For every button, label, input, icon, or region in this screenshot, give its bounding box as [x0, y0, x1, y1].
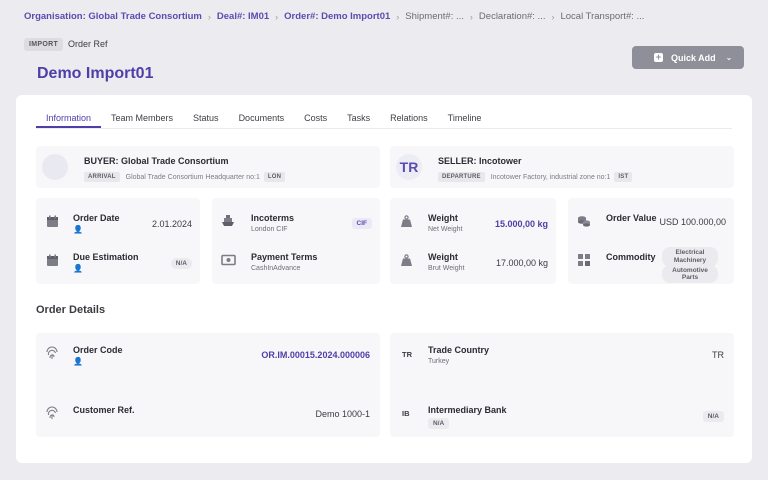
due-estimation-label: Due Estimation — [73, 252, 139, 262]
intermediary-bank-value: N/A — [702, 411, 724, 422]
coins-icon — [576, 213, 592, 229]
buyer-address: Global Trade Consortium Headquarter no:1 — [125, 173, 260, 181]
main-card: Information Team Members Status Document… — [16, 95, 752, 463]
calendar-icon — [44, 252, 60, 268]
buyer-title: BUYER: Global Trade Consortium — [84, 156, 229, 166]
user-icon: 👤 — [73, 225, 83, 234]
breadcrumb: Organisation: Global Trade Consortium › … — [24, 11, 644, 22]
money-icon — [220, 252, 236, 268]
order-date-label: Order Date — [73, 213, 120, 223]
intermediary-bank-icon: IB — [402, 409, 410, 418]
order-ref-label: Order Ref — [68, 39, 108, 49]
buyer-location: ARRIVAL Global Trade Consortium Headquar… — [84, 172, 286, 182]
fingerprint-icon — [44, 345, 60, 361]
tab-tasks[interactable]: Tasks — [337, 108, 380, 128]
breadcrumb-organisation[interactable]: Organisation: Global Trade Consortium — [24, 11, 202, 22]
payment-terms-label: Payment Terms — [251, 252, 318, 262]
seller-location: DEPARTURE Incotower Factory, industrial … — [438, 172, 633, 182]
tab-relations[interactable]: Relations — [380, 108, 438, 128]
departure-tag: DEPARTURE — [438, 172, 485, 182]
weight-icon — [398, 213, 414, 229]
net-weight-sub: Net Weight — [428, 226, 463, 233]
tab-status[interactable]: Status — [183, 108, 229, 128]
user-icon: 👤 — [73, 357, 83, 366]
buyer-port-code: LON — [263, 172, 286, 182]
tab-timeline[interactable]: Timeline — [438, 108, 492, 128]
payment-terms-sub: CashInAdvance — [251, 265, 301, 272]
weights-card: Weight Net Weight 15.000,00 kg Weight Br… — [390, 198, 556, 284]
page-title: Demo Import01 — [37, 65, 154, 82]
seller-title: SELLER: Incotower — [438, 156, 522, 166]
order-value-value: USD 100.000,00 — [659, 217, 726, 227]
customer-ref-value: Demo 1000-1 — [315, 409, 370, 419]
buyer-avatar — [42, 154, 68, 180]
net-weight-value: 15.000,00 kg — [494, 219, 548, 229]
trade-country-sub: Turkey — [428, 358, 450, 365]
chevron-right-icon: › — [207, 11, 211, 22]
commodity-chip-automotive: Automotive Parts — [662, 265, 718, 283]
due-estimation-value: N/A — [170, 258, 192, 269]
incoterms-chip: CIF — [351, 218, 372, 229]
commodity-icon — [576, 252, 592, 268]
terms-card: Incoterms London CIF CIF Payment Terms C… — [212, 198, 380, 284]
tab-team-members[interactable]: Team Members — [101, 108, 183, 128]
arrival-tag: ARRIVAL — [84, 172, 120, 182]
type-badge: IMPORT — [24, 38, 64, 51]
tab-information[interactable]: Information — [36, 108, 102, 128]
order-details-right: TR Trade Country Turkey TR IB Intermedia… — [390, 333, 734, 437]
tabs-divider — [36, 128, 732, 129]
buyer-card[interactable]: BUYER: Global Trade Consortium ARRIVAL G… — [36, 146, 380, 188]
net-weight-label: Weight — [428, 213, 458, 223]
fingerprint-icon — [44, 405, 60, 421]
commodity-chip-electrical: Electrical Machinery — [662, 247, 718, 267]
user-icon: 👤 — [73, 264, 83, 273]
chevron-down-icon: ⌄ — [725, 53, 733, 62]
breadcrumb-order[interactable]: Order#: Demo Import01 — [284, 11, 390, 22]
ship-icon — [220, 213, 236, 229]
incoterms-label: Incoterms — [251, 213, 295, 223]
dates-card: Order Date 👤 2.01.2024 Due Estimation 👤 … — [36, 198, 200, 284]
seller-address: Incotower Factory, industrial zone no:1 — [490, 173, 611, 181]
quick-add-label: Quick Add — [671, 52, 716, 63]
order-details-left: Order Code 👤 OR.IM.00015.2024.000006 Cus… — [36, 333, 380, 437]
tab-bar: Information Team Members Status Document… — [36, 108, 491, 128]
plus-icon: + — [654, 52, 663, 62]
chevron-right-icon: › — [275, 11, 279, 22]
value-card: Order Value USD 100.000,00 Commodity Ele… — [568, 198, 734, 284]
breadcrumb-shipment[interactable]: Shipment#: ... — [405, 11, 464, 22]
incoterms-sub: London CIF — [251, 226, 288, 233]
trade-country-icon: TR — [402, 350, 412, 359]
weight-icon — [398, 252, 414, 268]
intermediary-bank-sub: N/A — [428, 418, 450, 429]
order-code-value[interactable]: OR.IM.00015.2024.000006 — [261, 350, 370, 360]
commodity-label: Commodity — [606, 252, 656, 262]
breadcrumb-declaration[interactable]: Declaration#: ... — [479, 11, 546, 22]
brut-weight-label: Weight — [428, 252, 458, 262]
tab-costs[interactable]: Costs — [294, 108, 337, 128]
calendar-icon — [44, 213, 60, 229]
seller-card[interactable]: TR SELLER: Incotower DEPARTURE Incotower… — [390, 146, 734, 188]
chevron-right-icon: › — [551, 11, 555, 22]
brut-weight-value: 17.000,00 kg — [495, 258, 548, 268]
order-code-label: Order Code — [73, 345, 123, 355]
seller-avatar: TR — [396, 154, 422, 180]
trade-country-label: Trade Country — [428, 345, 490, 355]
quick-add-button[interactable]: + Quick Add ⌄ — [632, 46, 744, 69]
intermediary-bank-label: Intermediary Bank — [428, 405, 507, 415]
seller-port-code: IST — [614, 172, 633, 182]
order-details-title: Order Details — [36, 304, 106, 316]
customer-ref-label: Customer Ref. — [73, 405, 135, 415]
trade-country-value: TR — [712, 350, 724, 360]
breadcrumb-local-transport[interactable]: Local Transport#: ... — [560, 11, 644, 22]
brut-weight-sub: Brut Weight — [428, 265, 465, 272]
chevron-right-icon: › — [469, 11, 473, 22]
chevron-right-icon: › — [396, 11, 400, 22]
order-value-label: Order Value — [606, 213, 657, 223]
order-date-value: 2.01.2024 — [151, 219, 192, 229]
tab-documents[interactable]: Documents — [229, 108, 295, 128]
breadcrumb-deal[interactable]: Deal#: IM01 — [217, 11, 269, 22]
